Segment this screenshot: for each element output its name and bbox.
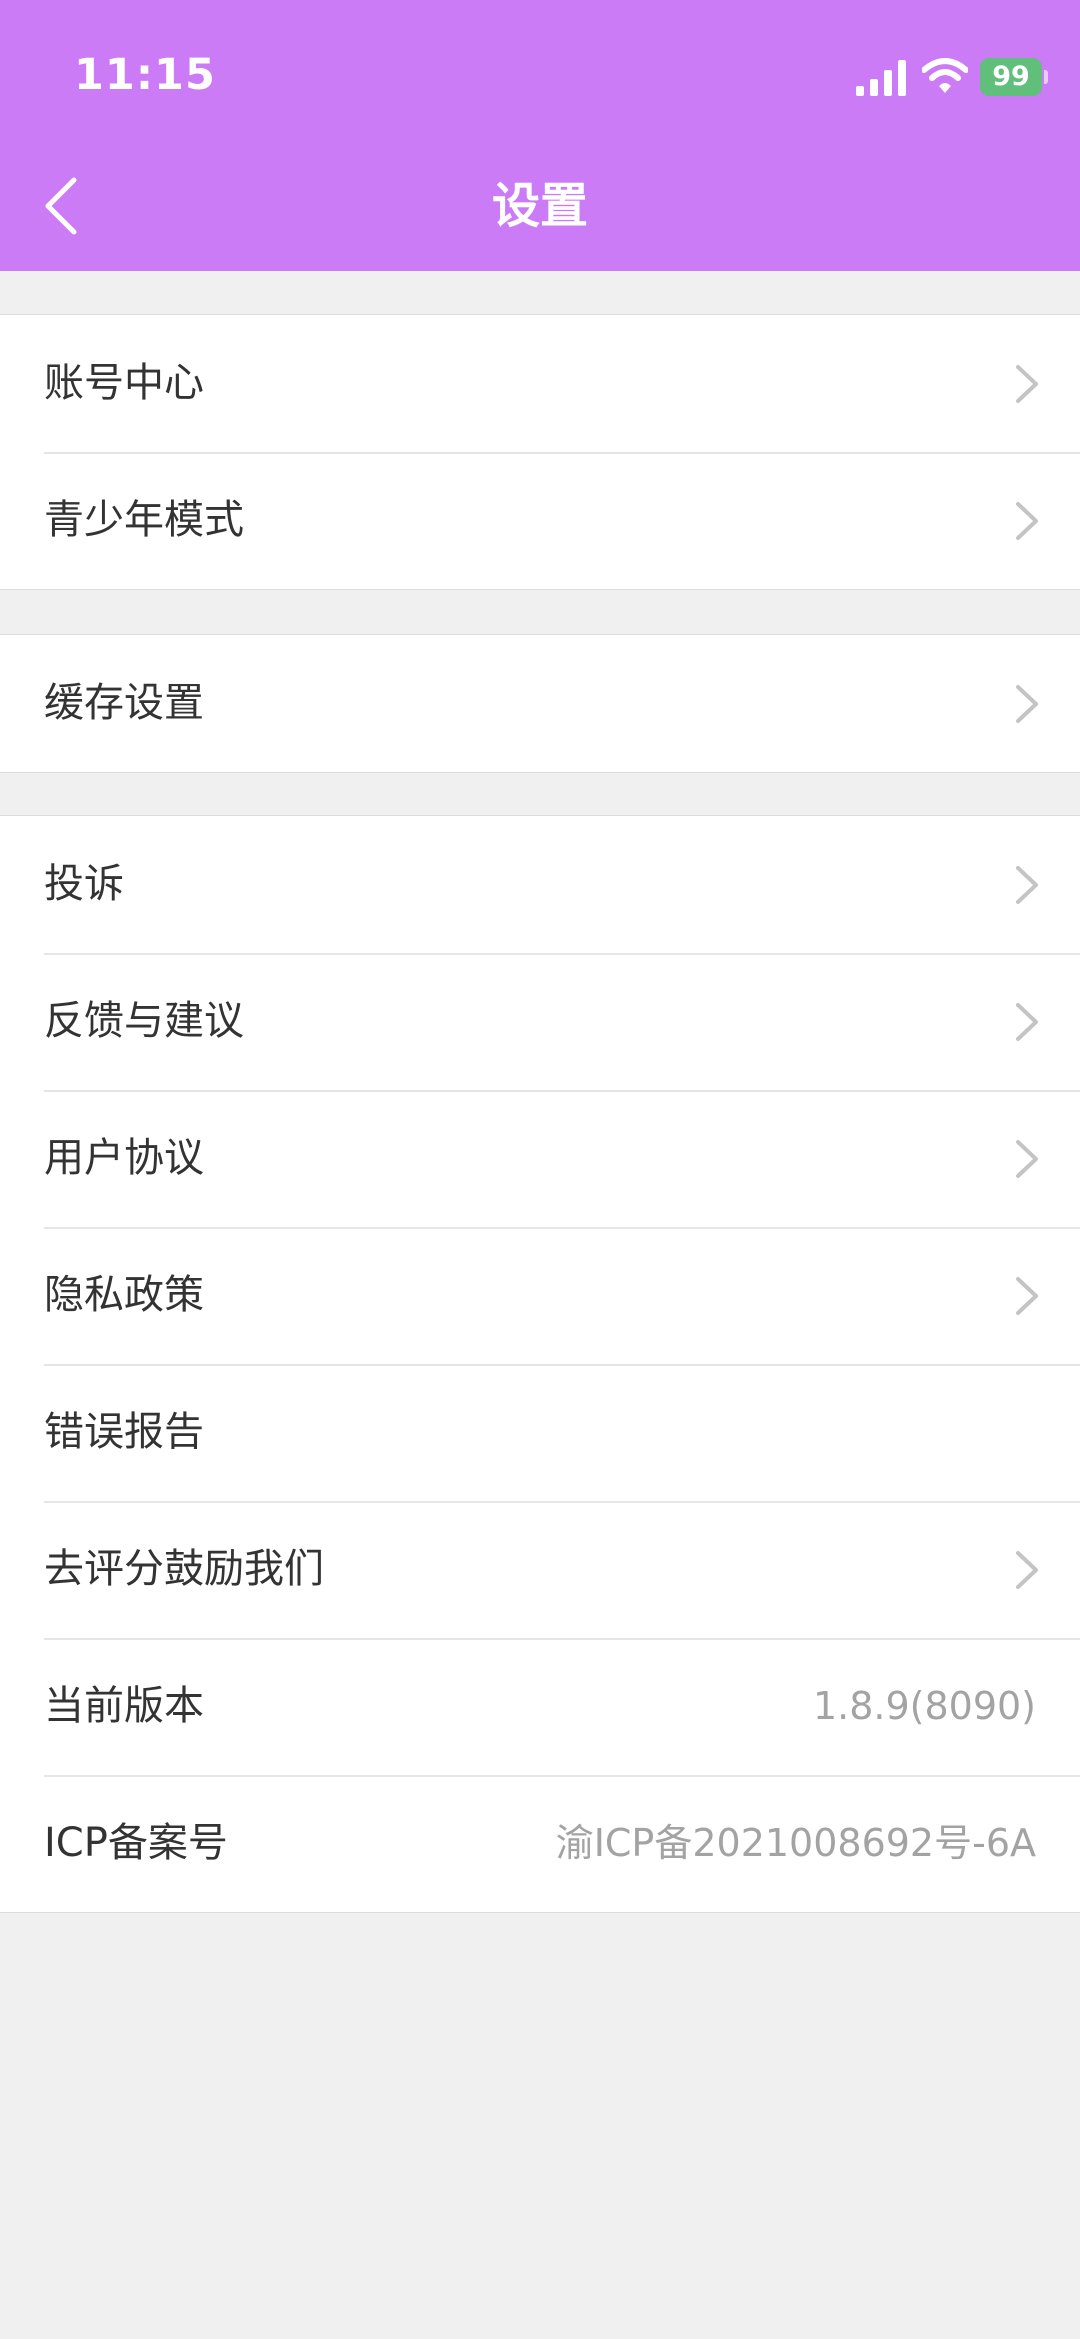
settings-item-rate-us[interactable]: 去评分鼓励我们: [0, 1501, 1080, 1638]
settings-item-label: 去评分鼓励我们: [44, 1546, 324, 1592]
settings-item-label: 错误报告: [44, 1409, 204, 1455]
signal-icon: [856, 60, 906, 96]
settings-group-account: 账号中心 青少年模式: [0, 314, 1080, 590]
chevron-right-icon: [1016, 1003, 1038, 1041]
battery-level: 99: [980, 58, 1042, 96]
chevron-right-icon: [1016, 685, 1038, 723]
settings-item-label: 青少年模式: [44, 497, 244, 543]
settings-item-label: ICP备案号: [44, 1820, 228, 1866]
settings-item-icp-number: ICP备案号 渝ICP备2021008692号-6A: [0, 1775, 1080, 1912]
wifi-icon: [922, 58, 968, 93]
settings-item-account-center[interactable]: 账号中心: [0, 315, 1080, 452]
settings-item-teen-mode[interactable]: 青少年模式: [0, 452, 1080, 589]
chevron-left-icon: [45, 177, 77, 235]
battery-icon: 99: [980, 58, 1048, 96]
settings-item-label: 账号中心: [44, 360, 204, 406]
settings-group-about: 投诉 反馈与建议 用户协议 隐私政策 错误报告 去评分鼓励我们 当前版本 1.8…: [0, 815, 1080, 1913]
settings-item-label: 隐私政策: [44, 1272, 204, 1318]
status-time: 11:15: [74, 50, 216, 100]
settings-item-label: 用户协议: [44, 1135, 204, 1181]
settings-item-current-version: 当前版本 1.8.9(8090): [0, 1638, 1080, 1775]
chevron-right-icon: [1016, 1551, 1038, 1589]
icp-value: 渝ICP备2021008692号-6A: [555, 1821, 1036, 1865]
settings-item-feedback[interactable]: 反馈与建议: [0, 953, 1080, 1090]
status-bar: 11:15 99: [0, 0, 1080, 150]
settings-group-cache: 缓存设置: [0, 634, 1080, 773]
settings-item-cache-settings[interactable]: 缓存设置: [0, 635, 1080, 772]
settings-item-user-agreement[interactable]: 用户协议: [0, 1090, 1080, 1227]
chevron-right-icon: [1016, 866, 1038, 904]
chevron-right-icon: [1016, 365, 1038, 403]
settings-item-error-report[interactable]: 错误报告: [0, 1364, 1080, 1501]
back-button[interactable]: [30, 168, 100, 244]
page-title: 设置: [491, 178, 588, 234]
chevron-right-icon: [1016, 502, 1038, 540]
settings-item-label: 反馈与建议: [44, 998, 244, 1044]
settings-item-label: 投诉: [44, 861, 124, 907]
settings-item-privacy-policy[interactable]: 隐私政策: [0, 1227, 1080, 1364]
settings-item-label: 当前版本: [44, 1683, 204, 1729]
chevron-right-icon: [1016, 1277, 1038, 1315]
settings-item-label: 缓存设置: [44, 680, 204, 726]
version-value: 1.8.9(8090): [812, 1684, 1036, 1728]
chevron-right-icon: [1016, 1140, 1038, 1178]
settings-item-complaint[interactable]: 投诉: [0, 816, 1080, 953]
app-header: 11:15 99 设置: [0, 0, 1080, 271]
